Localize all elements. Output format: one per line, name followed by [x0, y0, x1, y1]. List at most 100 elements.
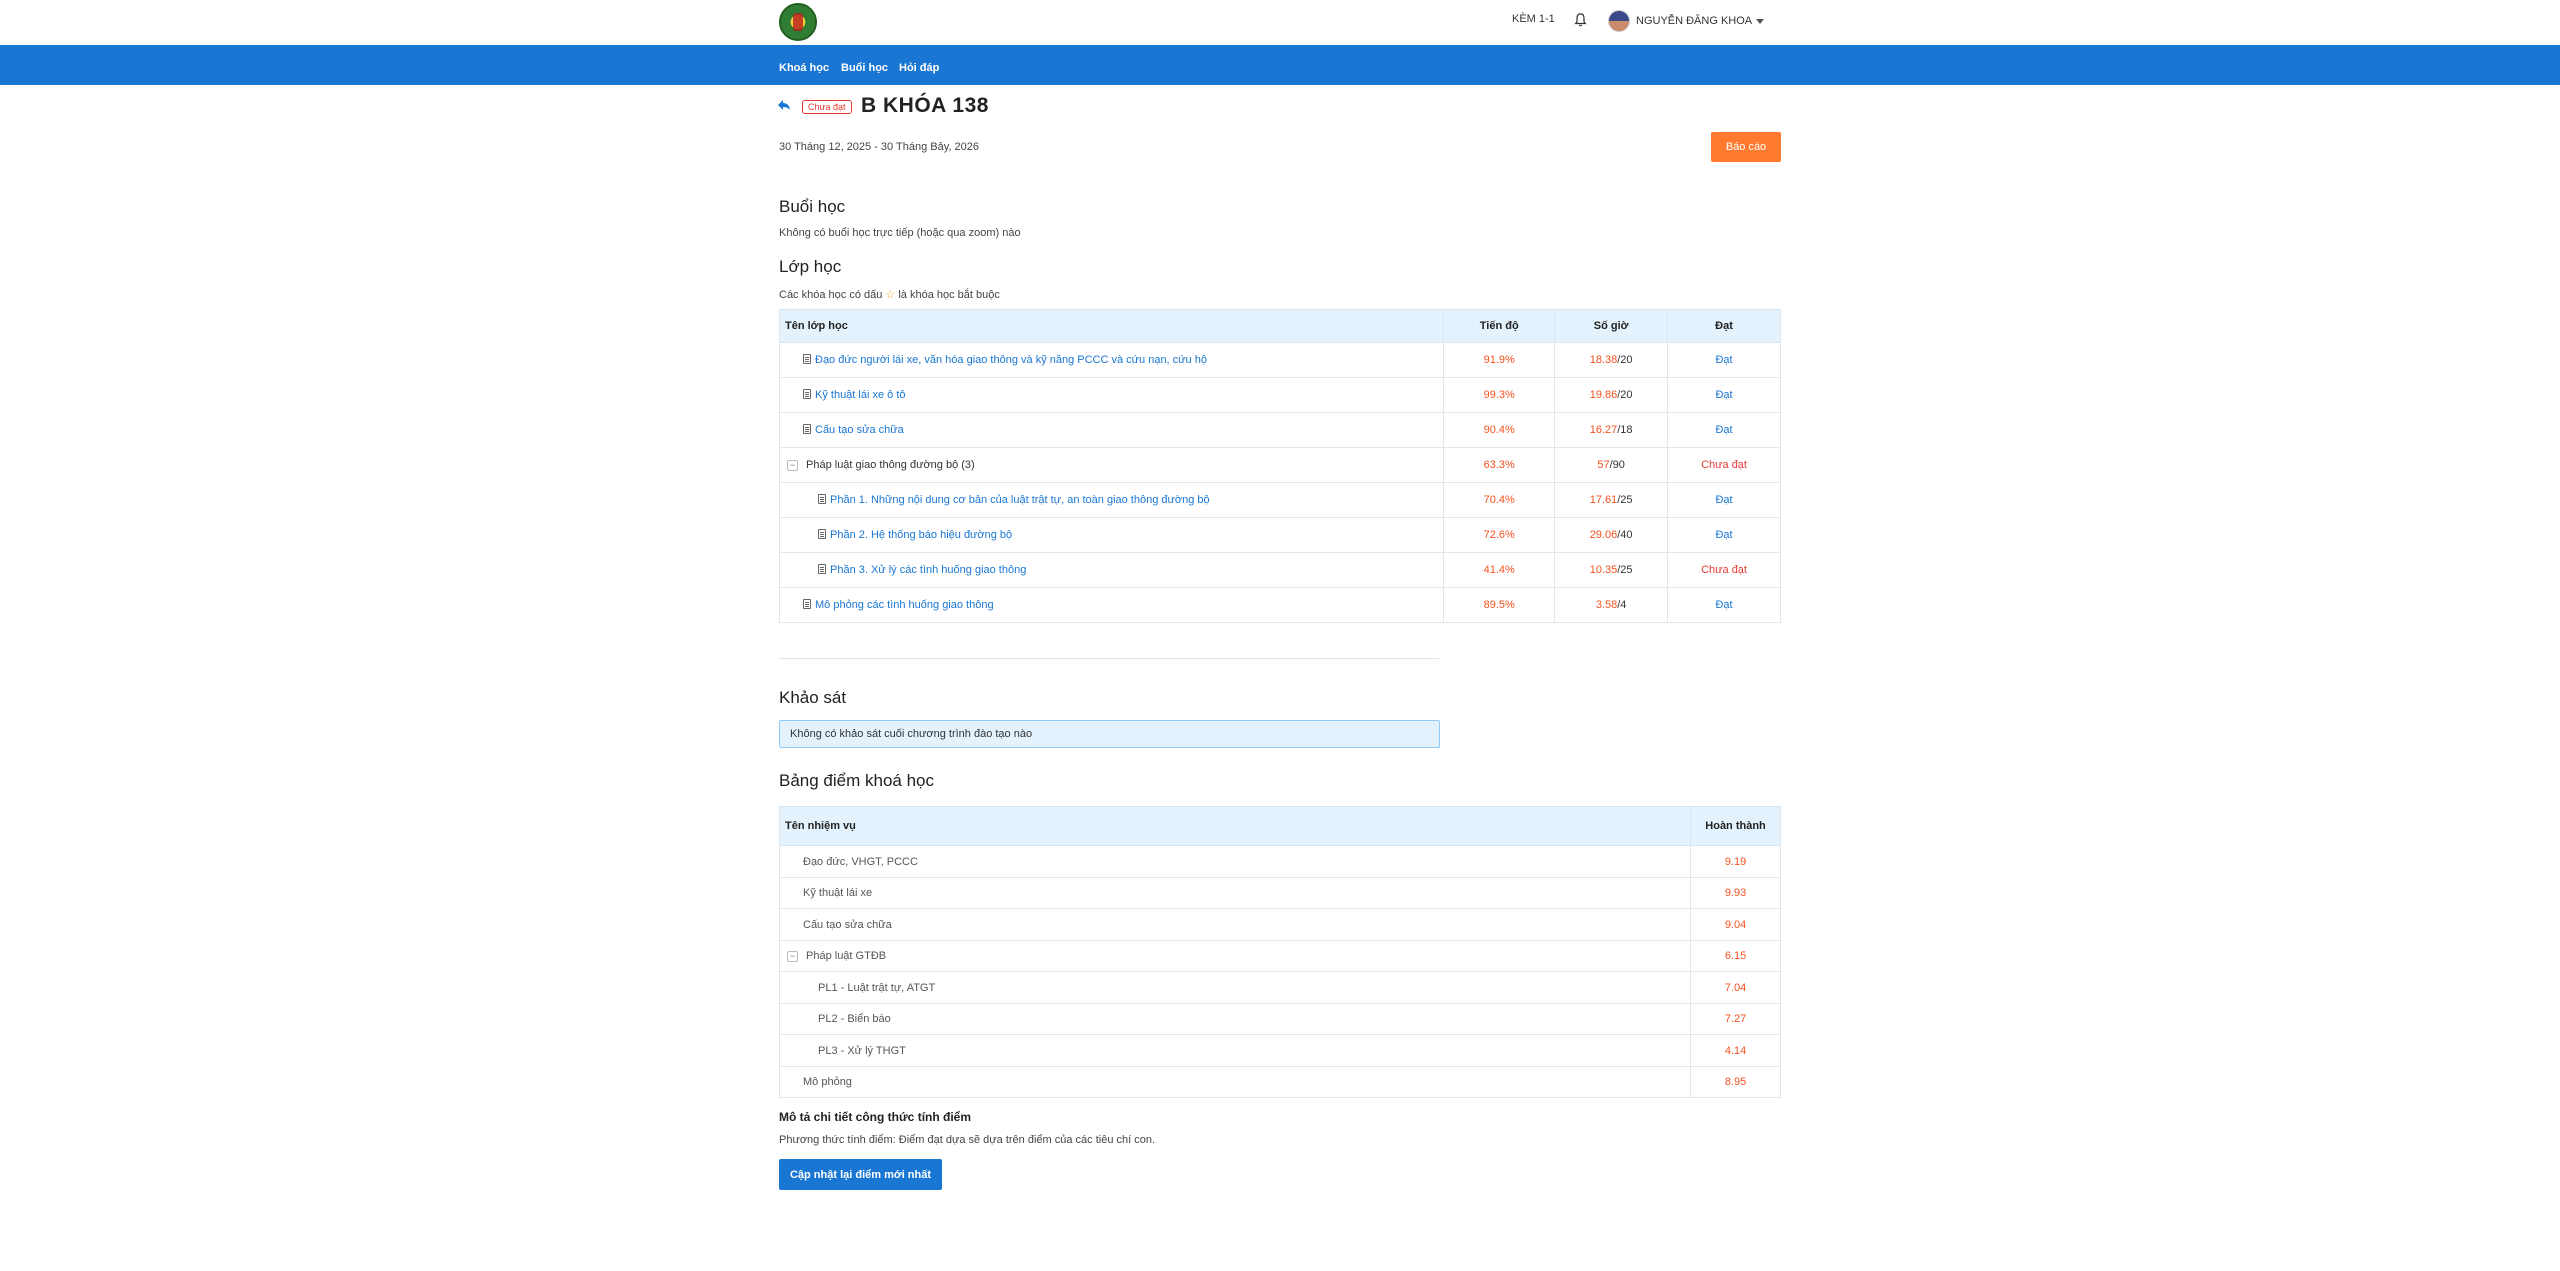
status-badge: Chưa đạt [802, 100, 852, 114]
progress-cell: 63.3% [1443, 447, 1556, 483]
sessions-empty-text: Không có buổi học trực tiếp (hoặc qua zo… [779, 227, 1021, 239]
hours-total: /4 [1617, 599, 1627, 611]
document-icon [803, 389, 811, 399]
collapse-toggle-icon[interactable]: − [787, 460, 798, 471]
back-arrow-icon[interactable] [776, 98, 792, 112]
nav-item-sessions[interactable]: Buổi học [841, 62, 888, 74]
table-row: PL1 - Luật trật tự, ATGT 7.04 [778, 971, 1781, 1004]
hours-done: 16.27 [1589, 424, 1618, 436]
document-icon [803, 599, 811, 609]
column-header-progress: Tiến độ [1443, 309, 1556, 343]
score-cell: 9.93 [1690, 877, 1781, 909]
nav-item-qa[interactable]: Hỏi đáp [899, 62, 939, 74]
status-cell: Chưa đạt [1667, 552, 1781, 588]
task-group-name: Pháp luật GTĐB [806, 950, 887, 962]
class-link[interactable]: Phần 2. Hệ thống báo hiệu đường bộ [830, 529, 1012, 541]
table-row: PL3 - Xử lý THGT 4.14 [778, 1034, 1781, 1067]
hours-total: /18 [1617, 424, 1633, 436]
formula-text: Phương thức tính điểm: Điểm đạt dựa sẽ d… [779, 1134, 1156, 1146]
hours-done: 29.06 [1589, 529, 1618, 541]
user-menu[interactable]: NGUYỄN ĐĂNG KHOA [1608, 10, 1765, 32]
score-cell: 9.04 [1690, 908, 1781, 941]
table-row: Phần 2. Hệ thống báo hiệu đường bộ 72.6%… [778, 517, 1781, 553]
table-row: Kỹ thuật lái xe 9.93 [778, 877, 1781, 909]
progress-cell: 41.4% [1443, 552, 1556, 588]
hours-done: 19.86 [1589, 389, 1618, 401]
avatar [1608, 10, 1630, 32]
sessions-heading: Buổi học [779, 197, 846, 216]
survey-heading: Khảo sát [779, 688, 847, 707]
status-cell: Đạt [1667, 342, 1781, 378]
table-row: Phần 1. Những nội dung cơ bản của luật t… [778, 482, 1781, 518]
class-link[interactable]: Mô phỏng các tình huống giao thông [815, 599, 994, 611]
column-header-passed: Đạt [1667, 309, 1781, 343]
collapse-toggle-icon[interactable]: − [787, 951, 798, 962]
progress-cell: 91.9% [1443, 342, 1556, 378]
document-icon [818, 564, 826, 574]
table-header-row: Tên lớp học Tiến độ Số giờ Đạt [778, 309, 1781, 343]
table-row: PL2 - Biển báo 7.27 [778, 1003, 1781, 1035]
class-link[interactable]: Phần 1. Những nội dung cơ bản của luật t… [830, 494, 1210, 506]
status-cell: Đạt [1667, 412, 1781, 448]
task-name: PL1 - Luật trật tự, ATGT [778, 971, 1692, 1004]
page-title: B KHÓA 138 [861, 94, 989, 117]
divider [779, 658, 1439, 659]
table-row: Phần 3. Xử lý các tình huống giao thông … [778, 552, 1781, 588]
hours-total: /20 [1617, 389, 1633, 401]
status-cell: Chưa đạt [1667, 447, 1781, 483]
table-row: Mô phỏng 8.95 [778, 1066, 1781, 1098]
progress-cell: 72.6% [1443, 517, 1556, 553]
score-cell: 7.04 [1690, 971, 1781, 1004]
survey-empty-alert: Không có khảo sát cuối chương trình đào … [779, 720, 1440, 748]
class-link[interactable]: Đạo đức người lái xe, văn hóa giao thông… [815, 354, 1207, 366]
logo[interactable] [779, 3, 817, 41]
document-icon [818, 494, 826, 504]
class-link[interactable]: Phần 3. Xử lý các tình huống giao thông [830, 564, 1026, 576]
column-header-completion: Hoàn thành [1690, 806, 1781, 846]
document-icon [803, 354, 811, 364]
main-nav: Khoá học Buổi học Hỏi đáp [0, 45, 2560, 85]
column-header-hours: Số giờ [1554, 309, 1669, 343]
status-cell: Đạt [1667, 517, 1781, 553]
hours-done: 18.38 [1589, 354, 1618, 366]
nav-item-courses[interactable]: Khoá học [779, 62, 829, 74]
score-cell: 6.15 [1690, 940, 1781, 972]
table-row: Đạo đức, VHGT, PCCC 9.19 [778, 845, 1781, 878]
class-link[interactable]: Kỹ thuật lái xe ô tô [815, 389, 906, 401]
table-row-group: − Pháp luật GTĐB 6.15 [778, 940, 1781, 972]
bell-icon[interactable] [1574, 13, 1587, 27]
hours-done: 10.35 [1589, 564, 1618, 576]
chevron-down-icon [1756, 18, 1765, 24]
formula-title: Mô tả chi tiết công thức tính điểm [779, 1110, 972, 1124]
document-icon [818, 529, 826, 539]
classes-note-prefix: Các khóa học có dấu [779, 289, 883, 301]
hours-total: /40 [1617, 529, 1633, 541]
update-score-button[interactable]: Cập nhật lại điểm mới nhất [779, 1159, 942, 1190]
class-link[interactable]: Cấu tạo sửa chữa [815, 424, 904, 436]
kem-link[interactable]: KÈM 1-1 [1512, 13, 1555, 25]
star-icon: ☆ [885, 289, 896, 301]
class-group-name: Pháp luật giao thông đường bộ [806, 459, 959, 471]
progress-cell: 99.3% [1443, 377, 1556, 413]
task-name: PL3 - Xử lý THGT [778, 1034, 1692, 1067]
kem-label[interactable]: KÈM 1-1 [1512, 13, 1555, 25]
task-name: Đạo đức, VHGT, PCCC [778, 845, 1692, 878]
task-name: Cấu tạo sửa chữa [778, 908, 1692, 941]
column-header-class-name: Tên lớp học [778, 309, 1445, 343]
hours-total: /20 [1617, 354, 1633, 366]
top-bar: KÈM 1-1 NGUYỄN ĐĂNG KHOA [0, 0, 2560, 45]
table-row: Kỹ thuật lái xe ô tô 99.3% 19.86/20 Đạt [778, 377, 1781, 413]
classes-heading: Lớp học [779, 257, 842, 276]
hours-total: /90 [1609, 459, 1625, 471]
task-name: Mô phỏng [778, 1066, 1692, 1098]
classes-note: Các khóa học có dấu ☆ là khóa học bắt bu… [779, 288, 1000, 301]
hours-done: 17.61 [1589, 494, 1618, 506]
table-row-group: − Pháp luật giao thông đường bộ (3) 63.3%… [778, 447, 1781, 483]
column-header-task-name: Tên nhiệm vụ [778, 806, 1692, 846]
status-cell: Đạt [1667, 482, 1781, 518]
classes-note-suffix: là khóa học bắt buộc [898, 289, 1000, 301]
user-name: NGUYỄN ĐĂNG KHOA [1636, 15, 1753, 27]
task-name: PL2 - Biển báo [778, 1003, 1692, 1035]
report-button[interactable]: Báo cáo [1711, 132, 1781, 162]
status-cell: Đạt [1667, 587, 1781, 623]
